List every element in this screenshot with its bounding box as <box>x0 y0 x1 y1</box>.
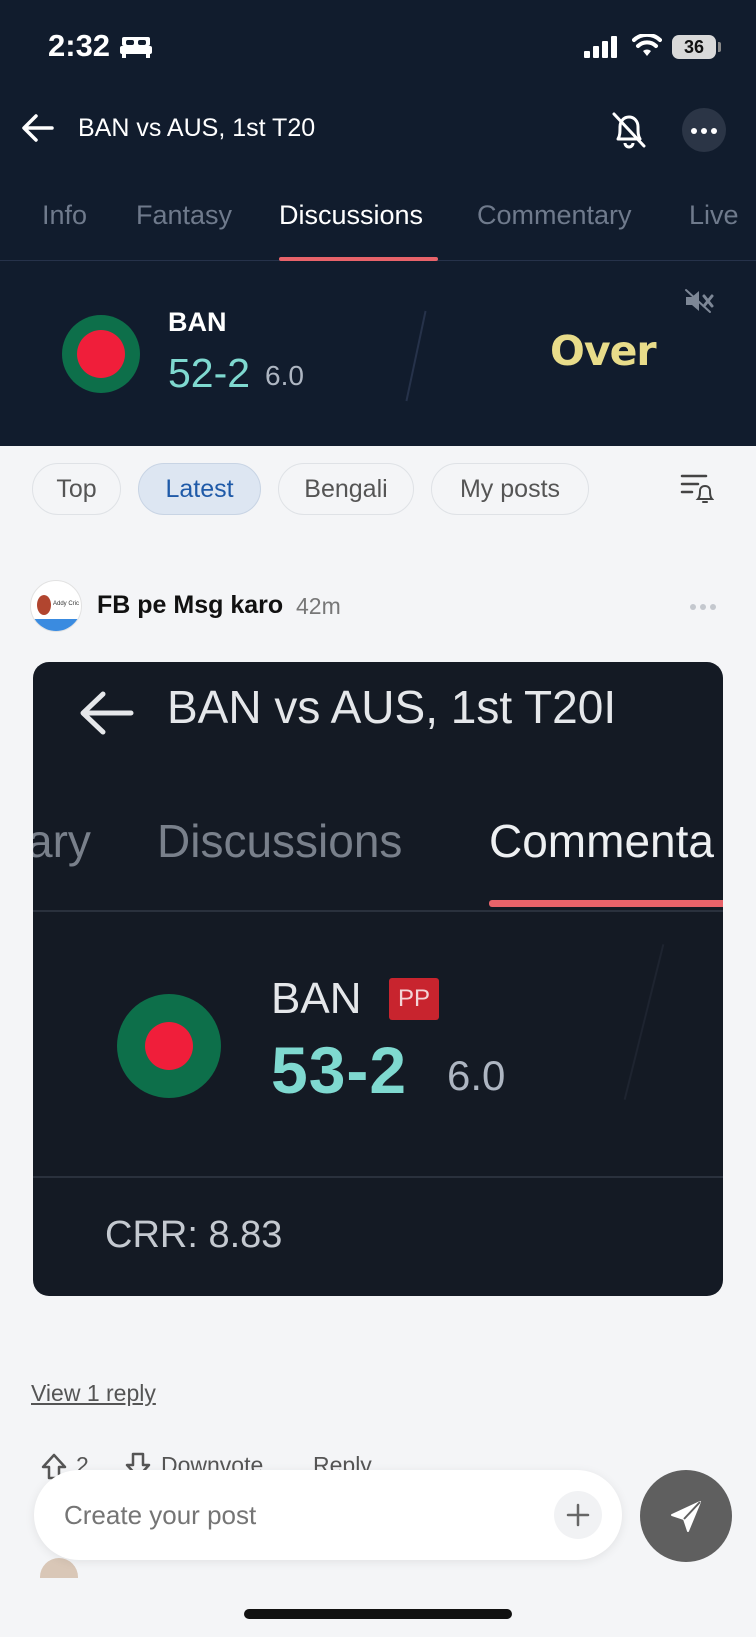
plus-icon <box>566 1503 590 1527</box>
active-tab-indicator <box>279 257 438 261</box>
team-overs: 6.0 <box>265 360 304 391</box>
add-attachment-button[interactable] <box>554 1491 602 1539</box>
image-crr: CRR: 8.83 <box>105 1214 283 1256</box>
tab-info[interactable]: Info <box>42 200 87 231</box>
send-icon <box>671 1501 701 1532</box>
image-divider <box>33 910 723 912</box>
image-tab-active: Commenta <box>489 815 714 867</box>
page-title: BAN vs AUS, 1st T20 <box>78 114 316 142</box>
battery-tip <box>718 42 721 52</box>
mute-icon[interactable] <box>684 288 714 314</box>
image-divider <box>33 1176 723 1178</box>
image-tab-commentary: ary <box>33 815 91 867</box>
match-status: Over <box>550 327 657 375</box>
avatar-picture <box>37 595 51 615</box>
composer-bar <box>34 1470 622 1560</box>
bangladesh-flag-icon <box>62 315 140 393</box>
filter-my-posts[interactable]: My posts <box>431 463 589 515</box>
tab-live[interactable]: Live <box>689 200 739 231</box>
image-title: BAN vs AUS, 1st T20I <box>167 681 617 733</box>
tab-fantasy[interactable]: Fantasy <box>136 200 232 231</box>
image-tab-indicator <box>489 900 723 907</box>
signal-icon <box>584 36 617 58</box>
post-time: 42m <box>296 593 341 619</box>
next-post-avatar <box>40 1558 78 1578</box>
avatar-band <box>31 619 81 631</box>
post-author[interactable]: FB pe Msg karo <box>97 591 283 620</box>
image-score: 53-2 <box>271 1033 408 1107</box>
bed-icon <box>120 37 152 58</box>
create-post-input[interactable] <box>64 1470 504 1560</box>
status-time: 2:32 <box>48 28 111 63</box>
filter-top[interactable]: Top <box>32 463 121 515</box>
filter-latest[interactable]: Latest <box>138 463 261 515</box>
back-arrow-icon[interactable] <box>20 110 56 146</box>
view-replies-link[interactable]: View 1 reply <box>31 1380 156 1407</box>
avatar[interactable]: Addy Cric <box>30 580 82 632</box>
team-score: 52-2 <box>168 350 251 396</box>
image-overs: 6.0 <box>447 1052 506 1099</box>
back-arrow-icon <box>80 691 134 735</box>
home-indicator <box>244 1609 512 1619</box>
avatar-text: Addy Cric <box>53 601 80 607</box>
more-options-button[interactable] <box>682 108 726 152</box>
image-team: BAN <box>271 974 362 1023</box>
send-button[interactable] <box>640 1470 732 1562</box>
wifi-icon <box>632 34 662 56</box>
filter-bengali[interactable]: Bengali <box>278 463 414 515</box>
battery-indicator: 36 <box>672 35 716 59</box>
bangladesh-flag-icon <box>117 994 221 1098</box>
sort-filter-icon[interactable] <box>680 470 714 504</box>
image-slash <box>623 944 665 1100</box>
tab-commentary[interactable]: Commentary <box>477 200 632 231</box>
powerplay-badge: PP <box>389 978 439 1020</box>
team-name: BAN <box>168 307 227 337</box>
bell-off-icon[interactable] <box>610 110 648 150</box>
tab-discussions[interactable]: Discussions <box>279 200 423 231</box>
post-image[interactable]: BAN vs AUS, 1st T20I ary Discussions Com… <box>33 662 723 1296</box>
post-more-icon[interactable] <box>690 604 716 610</box>
image-tab-discussions: Discussions <box>157 815 403 867</box>
